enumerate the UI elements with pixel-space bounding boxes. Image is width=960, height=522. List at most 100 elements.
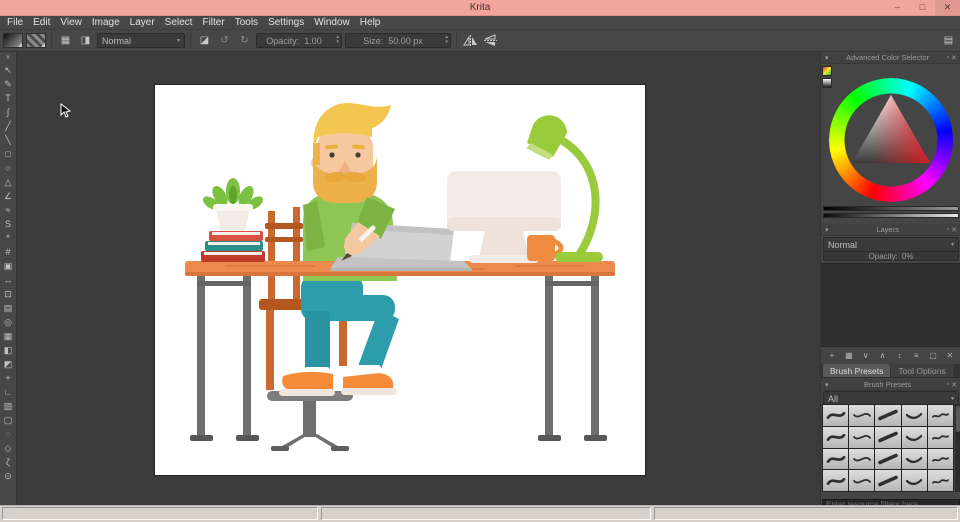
tool-polygon-icon[interactable]: △	[0, 175, 17, 189]
color-selector-settings-icon[interactable]	[822, 66, 832, 76]
gradient-chooser-button[interactable]	[3, 33, 23, 48]
close-docker-icon[interactable]: ✕	[950, 54, 958, 62]
color-wheel[interactable]	[829, 78, 953, 202]
tool-rectangle-icon[interactable]: □	[0, 147, 17, 161]
menu-view[interactable]: View	[55, 16, 87, 30]
move-layer-down-button[interactable]: ∨	[859, 349, 873, 361]
color-selector-docker-header[interactable]: ▾ Advanced Color Selector ▫ ✕	[821, 52, 960, 64]
menu-help[interactable]: Help	[355, 16, 386, 30]
brush-preset-thumbnail[interactable]	[928, 470, 953, 491]
mirror-vertical-icon[interactable]	[482, 32, 499, 49]
tool-freehand-select-icon[interactable]: ζ	[0, 455, 17, 469]
tool-bezier-curve-icon[interactable]: ≈	[0, 203, 17, 217]
brush-preset-thumbnail[interactable]	[875, 449, 900, 470]
saturation-value-triangle[interactable]	[829, 78, 953, 202]
brush-size-spinbox[interactable]: Size: 50.00 px ▴▾	[345, 33, 451, 48]
tool-move-icon[interactable]: ↔	[0, 273, 17, 287]
tool-calligraphy-icon[interactable]: ʃ	[0, 105, 17, 119]
menu-settings[interactable]: Settings	[263, 16, 309, 30]
close-docker-icon[interactable]: ✕	[950, 226, 958, 234]
brush-presets-popup-button[interactable]: ◨	[77, 32, 94, 49]
tool-polyline-icon[interactable]: ∠	[0, 189, 17, 203]
brush-preset-thumbnail[interactable]	[849, 470, 874, 491]
tool-enclose-fill-icon[interactable]: ◩	[0, 357, 17, 371]
layer-opacity-slider[interactable]: Opacity: 0%	[823, 251, 959, 261]
layer-properties-button[interactable]: ≡	[909, 349, 923, 361]
brush-preset-thumbnail[interactable]	[823, 405, 848, 426]
brush-preset-thumbnail[interactable]	[928, 449, 953, 470]
tool-freehand-path-icon[interactable]: S	[0, 217, 17, 231]
spinner-arrows-icon[interactable]: ▴▾	[336, 35, 339, 45]
brush-preset-thumbnail[interactable]	[823, 449, 848, 470]
blending-mode-combobox[interactable]: Normal ▾	[97, 33, 185, 48]
canvas-document[interactable]	[155, 85, 645, 475]
menu-window[interactable]: Window	[309, 16, 355, 30]
close-button[interactable]: ✕	[935, 0, 960, 15]
redo-brush-button[interactable]: ↻	[236, 32, 253, 49]
brush-preset-thumbnail[interactable]	[875, 405, 900, 426]
spinner-arrows-icon[interactable]: ▴▾	[445, 35, 448, 45]
brush-preset-thumbnail[interactable]	[875, 427, 900, 448]
brush-preset-thumbnail[interactable]	[875, 470, 900, 491]
brush-preset-thumbnail[interactable]	[849, 449, 874, 470]
tool-rect-select-icon[interactable]: ▢	[0, 413, 17, 427]
menu-file[interactable]: File	[2, 16, 28, 30]
tab-brush-presets[interactable]: Brush Presets	[823, 364, 890, 377]
toolbox-close-icon[interactable]: ✕	[5, 52, 10, 63]
brush-preset-thumbnail[interactable]	[902, 427, 927, 448]
eraser-mode-button[interactable]: ◪	[196, 32, 213, 49]
move-layer-button[interactable]: ↕	[892, 349, 906, 361]
brush-preset-thumbnail[interactable]	[928, 405, 953, 426]
tool-dynamic-brush-icon[interactable]: *	[0, 231, 17, 245]
tool-gradient-icon[interactable]: ▤	[0, 301, 17, 315]
tab-tool-options[interactable]: Tool Options	[891, 364, 952, 377]
brush-preset-thumbnail[interactable]	[823, 470, 848, 491]
tool-color-sampler-icon[interactable]: ◎	[0, 315, 17, 329]
brush-preset-thumbnail[interactable]	[849, 405, 874, 426]
menu-select[interactable]: Select	[160, 16, 198, 30]
tool-edit-shapes-icon[interactable]: ✎	[0, 77, 17, 91]
mirror-horizontal-icon[interactable]	[462, 32, 479, 49]
reload-preset-button[interactable]: ↺	[216, 32, 233, 49]
layer-blending-mode-combobox[interactable]: Normal ▾	[823, 237, 959, 252]
tool-crop-icon[interactable]: ⊡	[0, 287, 17, 301]
titlebar[interactable]: Krita –□✕	[0, 0, 960, 16]
tool-reference-images-icon[interactable]: ▧	[0, 399, 17, 413]
maximize-button[interactable]: □	[910, 0, 935, 15]
toolbar-overflow-button[interactable]: ▤	[940, 32, 957, 49]
layers-docker-header[interactable]: ▾ Layers ▫ ✕	[821, 224, 960, 236]
brush-grid-scrollbar[interactable]	[955, 404, 960, 492]
brush-preset-thumbnail[interactable]	[902, 449, 927, 470]
duplicate-layer-button[interactable]: ▦	[842, 349, 856, 361]
delete-layer-button[interactable]: ✕	[943, 349, 957, 361]
close-docker-icon[interactable]: ✕	[950, 381, 958, 389]
layers-list[interactable]	[821, 263, 960, 347]
tool-measure-icon[interactable]: ∟	[0, 385, 17, 399]
brush-preset-thumbnail[interactable]	[902, 405, 927, 426]
tool-ellipse-select-icon[interactable]: ◌	[0, 427, 17, 441]
shade-gradient-bar[interactable]	[823, 206, 959, 211]
menu-filter[interactable]: Filter	[197, 16, 229, 30]
minimize-button[interactable]: –	[885, 0, 910, 15]
scrollbar-thumb[interactable]	[956, 406, 960, 432]
menu-tools[interactable]: Tools	[230, 16, 263, 30]
tool-ellipse-icon[interactable]: ○	[0, 161, 17, 175]
tool-freehand-brush-icon[interactable]: ╱	[0, 119, 17, 133]
shade-selector[interactable]	[821, 206, 960, 220]
menu-layer[interactable]: Layer	[125, 16, 160, 30]
opacity-spinbox[interactable]: Opacity: 1.00 ▴▾	[256, 33, 342, 48]
brush-presets-docker-header[interactable]: ▾ Brush Presets ▫ ✕	[821, 379, 960, 391]
brush-preset-thumbnail[interactable]	[849, 427, 874, 448]
brush-editor-button[interactable]: ▦	[57, 32, 74, 49]
value-gradient-bar[interactable]	[823, 213, 959, 218]
tool-multibrush-icon[interactable]: #	[0, 245, 17, 259]
tool-zoom-icon[interactable]: ⊙	[0, 469, 17, 483]
tool-polygon-select-icon[interactable]: ◇	[0, 441, 17, 455]
new-group-button[interactable]: ▢	[926, 349, 940, 361]
brush-preset-thumbnail[interactable]	[928, 427, 953, 448]
tool-assistants-icon[interactable]: +	[0, 371, 17, 385]
tool-pattern-edit-icon[interactable]: ▦	[0, 329, 17, 343]
move-layer-up-button[interactable]: ∧	[876, 349, 890, 361]
tool-text-icon[interactable]: T	[0, 91, 17, 105]
tool-select-shapes-icon[interactable]: ↖	[0, 63, 17, 77]
